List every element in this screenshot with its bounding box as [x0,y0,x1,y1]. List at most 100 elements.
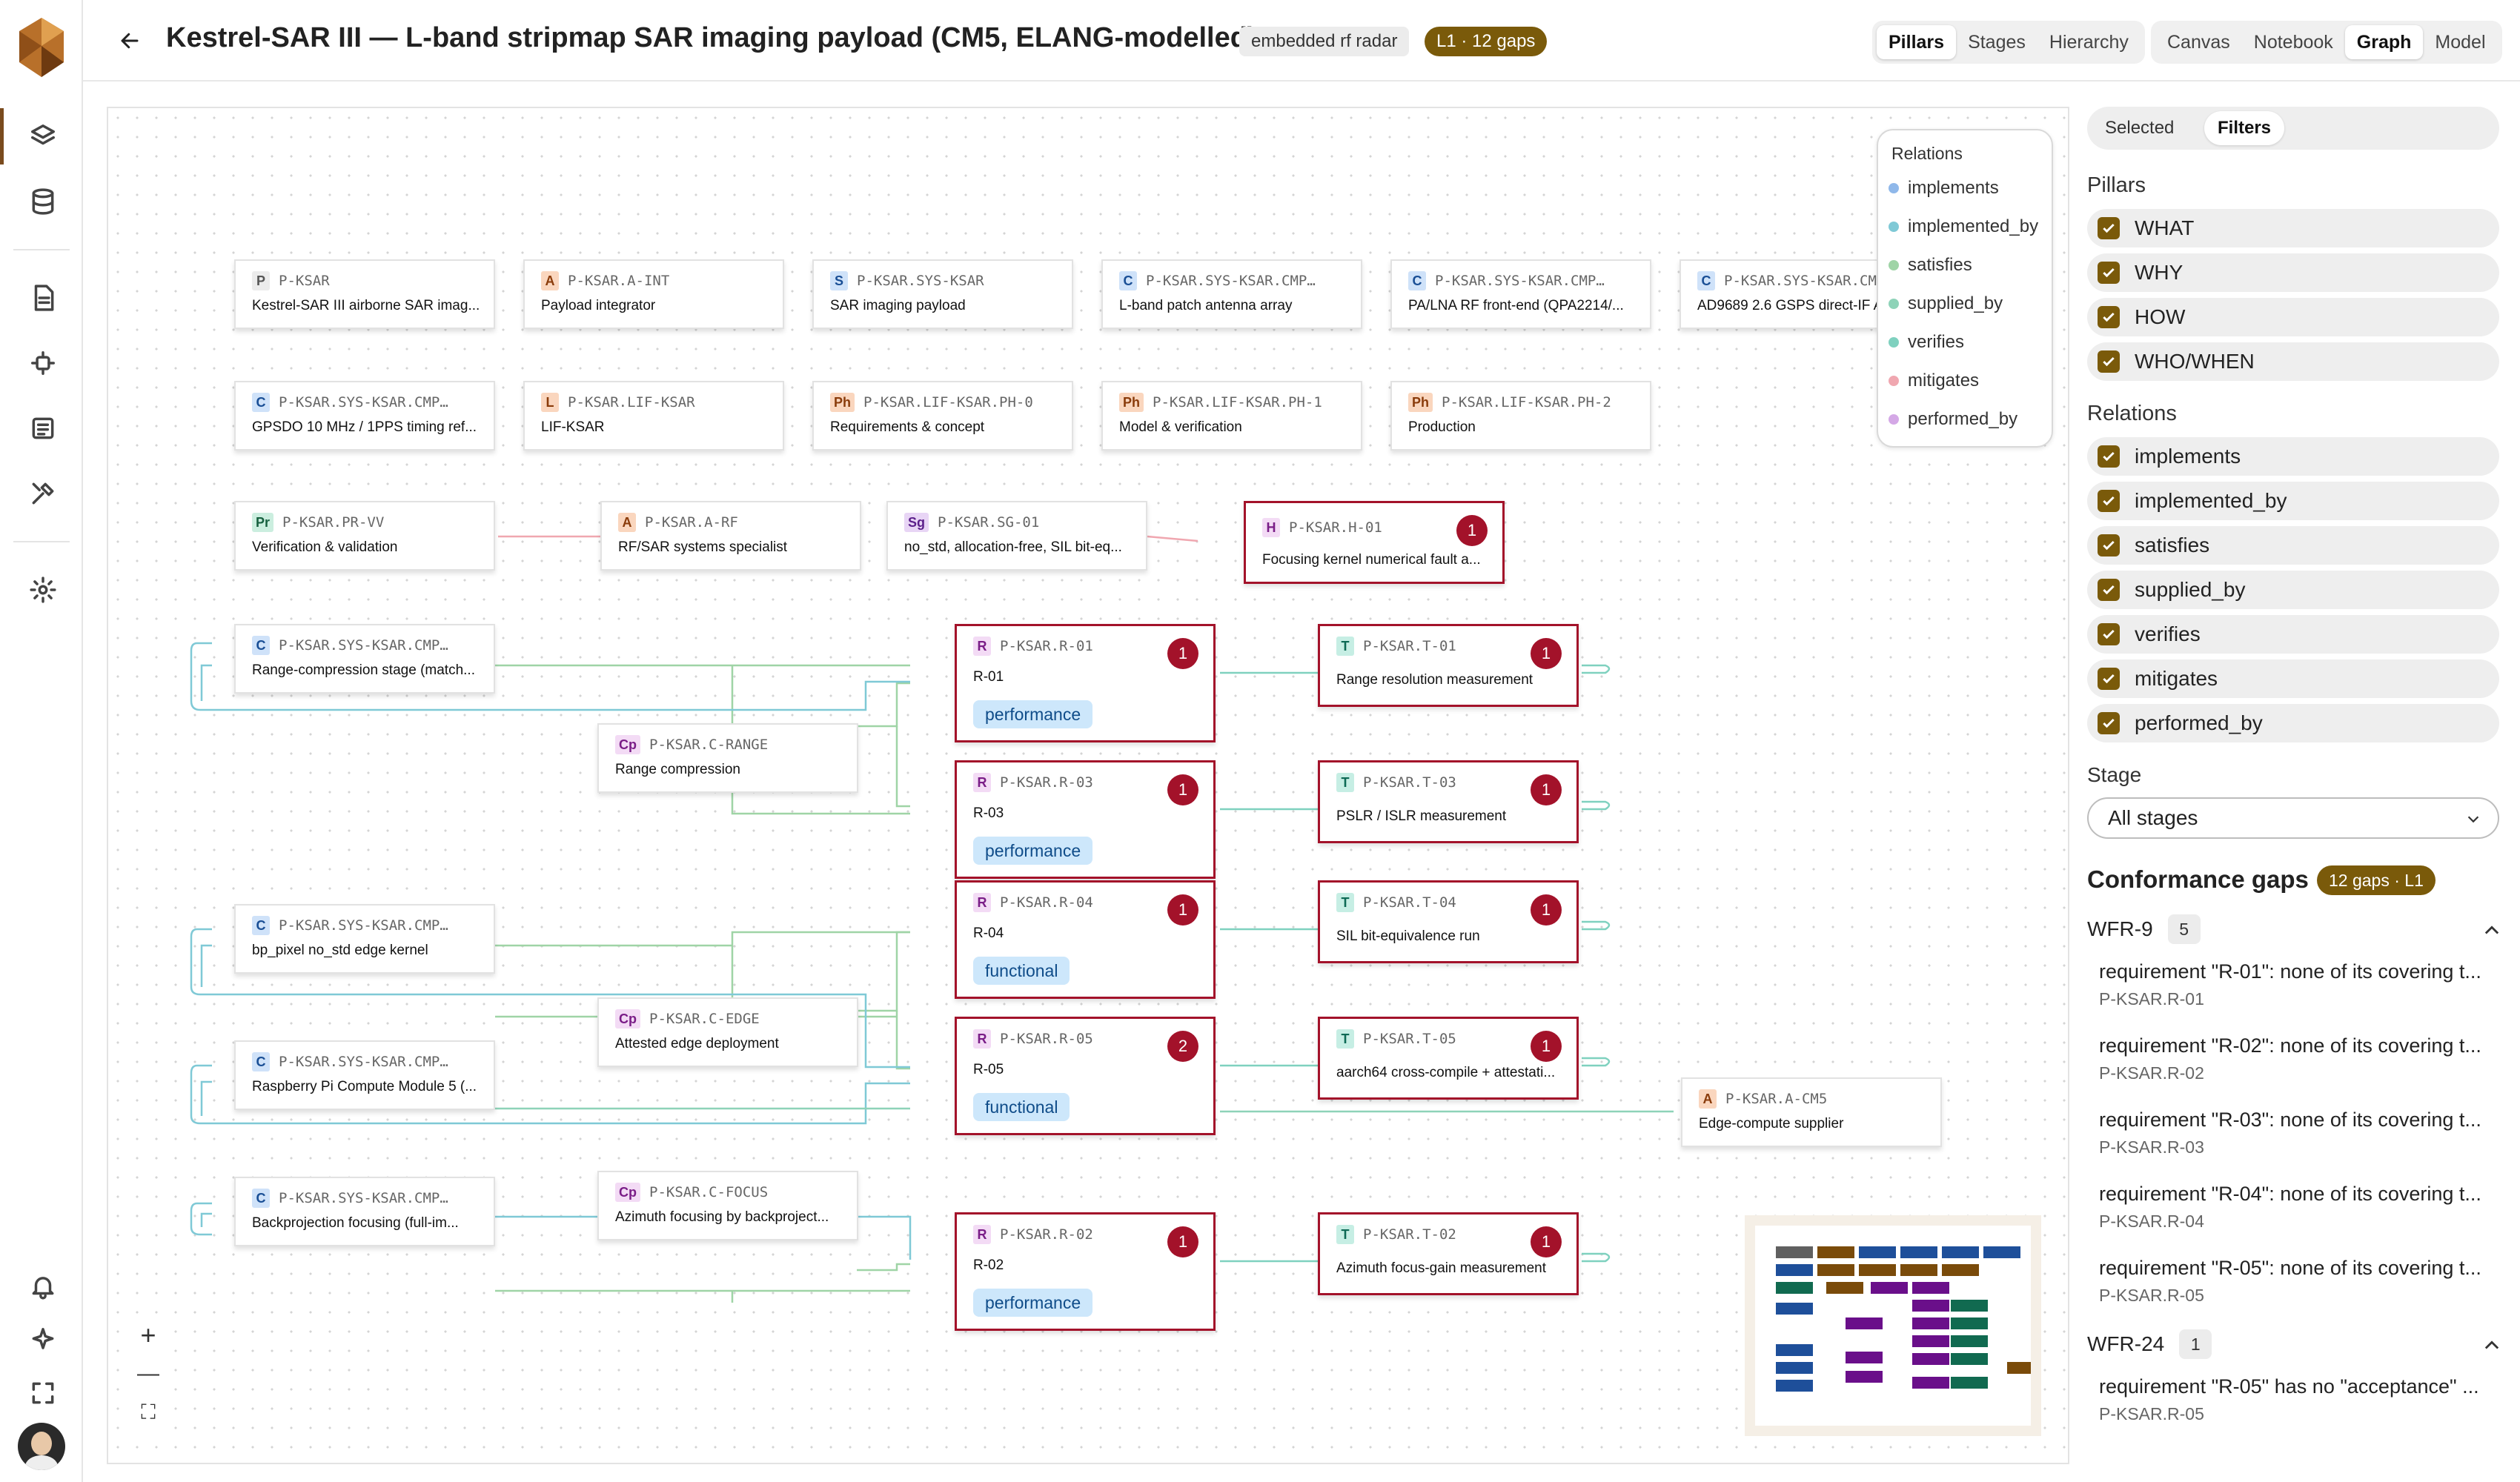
tab-filters[interactable]: Filters [2204,111,2285,145]
list-icon[interactable] [22,408,64,449]
relation-filter[interactable]: performed_by [2087,704,2499,742]
node-type-tag: R [973,1225,991,1244]
bell-icon[interactable] [22,1266,64,1307]
sparkle-icon[interactable] [22,1319,64,1360]
zoom-out-button[interactable]: — [129,1355,168,1393]
tab-model[interactable]: Model [2423,25,2497,59]
relation-filter[interactable]: supplied_by [2087,571,2499,609]
avatar[interactable] [18,1423,65,1470]
chip-icon[interactable] [22,342,64,384]
document-icon[interactable] [22,277,64,319]
layers-icon[interactable] [22,116,64,157]
relation-filter[interactable]: mitigates [2087,659,2499,698]
checkbox-checked[interactable] [2098,217,2120,239]
checkbox-checked[interactable] [2098,623,2120,645]
graph-node[interactable]: Cp P-KSAR.C-RANGE Range compression [597,723,858,793]
graph-node[interactable]: A P-KSAR.A-RF RF/SAR systems specialist [600,501,861,571]
test-node[interactable]: T P-KSAR.T-03 PSLR / ISLR measurement 1 [1318,760,1579,843]
gear-icon[interactable] [22,569,64,611]
test-node[interactable]: T P-KSAR.T-01 Range resolution measuremen… [1318,624,1579,707]
minimap[interactable] [1745,1215,2044,1436]
tab-notebook[interactable]: Notebook [2242,25,2345,59]
checkbox-checked[interactable] [2098,350,2120,373]
database-icon[interactable] [22,181,64,222]
relation-filter[interactable]: verifies [2087,615,2499,654]
gaps-chip[interactable]: L1 · 12 gaps [1425,27,1548,56]
graph-node[interactable]: C P-KSAR.SYS-KSAR.CMP… L-band patch anten… [1101,259,1362,329]
graph-node[interactable]: Pr P-KSAR.PR-VV Verification & validation [234,501,495,571]
checkbox-checked[interactable] [2098,490,2120,512]
gap-group-header[interactable]: WFR-9 5 [2087,914,2201,944]
graph-canvas[interactable]: P P-KSAR Kestrel-SAR III airborne SAR ima… [107,107,2069,1464]
pillar-filter-how[interactable]: HOW [2087,298,2499,336]
chevron-up-icon[interactable] [2481,1335,2502,1356]
graph-node[interactable]: C P-KSAR.SYS-KSAR.CMP… Range-compression … [234,624,495,694]
checkbox-checked[interactable] [2098,579,2120,601]
test-node[interactable]: T P-KSAR.T-05 aarch64 cross-compile + att… [1318,1017,1579,1100]
test-node[interactable]: T P-KSAR.T-02 Azimuth focus-gain measurem… [1318,1212,1579,1295]
gap-item[interactable]: requirement "R-05": none of its covering… [2099,1257,2499,1306]
tools-icon[interactable] [22,473,64,514]
graph-node[interactable]: C P-KSAR.SYS-KSAR.CMP… bp_pixel no_std ed… [234,904,495,974]
graph-node[interactable]: Ph P-KSAR.LIF-KSAR.PH-0 Requirements & co… [812,381,1073,451]
requirement-node[interactable]: R P-KSAR.R-01 R-01 1 performance [955,624,1216,742]
gap-item[interactable]: requirement "R-02": none of its covering… [2099,1034,2499,1083]
tab-hierarchy[interactable]: Hierarchy [2037,25,2141,59]
graph-node[interactable]: A P-KSAR.A-CM5 Edge-compute supplier [1681,1077,1942,1147]
back-button[interactable] [113,24,147,58]
gap-item[interactable]: requirement "R-01": none of its covering… [2099,960,2499,1009]
requirement-node[interactable]: R P-KSAR.R-05 R-05 2 functional [955,1017,1216,1135]
graph-node[interactable]: C P-KSAR.SYS-KSAR.CMP… GPSDO 10 MHz / 1PP… [234,381,495,451]
relation-filter[interactable]: implemented_by [2087,482,2499,520]
requirement-node[interactable]: R P-KSAR.R-04 R-04 1 functional [955,880,1216,999]
graph-node[interactable]: Cp P-KSAR.C-FOCUS Azimuth focusing by bac… [597,1171,858,1240]
checkbox-checked[interactable] [2098,306,2120,328]
checkbox-checked[interactable] [2098,262,2120,284]
graph-node[interactable]: A P-KSAR.A-INT Payload integrator [523,259,784,329]
tab-stages[interactable]: Stages [1956,25,2037,59]
zoom-in-button[interactable]: + [129,1316,168,1355]
graph-node[interactable]: L P-KSAR.LIF-KSAR LIF-KSAR [523,381,784,451]
checkbox-checked[interactable] [2098,445,2120,468]
app-logo[interactable] [15,16,68,79]
pillar-filter-what[interactable]: WHAT [2087,209,2499,247]
pillar-filter-who-when[interactable]: WHO/WHEN [2087,342,2499,381]
checkbox-checked[interactable] [2098,668,2120,690]
gap-item[interactable]: requirement "R-05" has no "acceptance" .… [2099,1375,2499,1424]
chevron-up-icon[interactable] [2481,920,2502,941]
check-icon [2103,451,2115,462]
tab-selected[interactable]: Selected [2092,111,2187,145]
graph-node[interactable]: C P-KSAR.SYS-KSAR.CMP… Backprojection foc… [234,1177,495,1246]
graph-node[interactable]: C P-KSAR.SYS-KSAR.CMP… Raspberry Pi Compu… [234,1040,495,1110]
graph-node[interactable]: P P-KSAR Kestrel-SAR III airborne SAR ima… [234,259,495,329]
gap-item[interactable]: requirement "R-04": none of its covering… [2099,1183,2499,1232]
gap-group-header[interactable]: WFR-24 1 [2087,1329,2212,1359]
fullscreen-icon[interactable] [22,1372,64,1414]
graph-node[interactable]: C P-KSAR.SYS-KSAR.CMP… PA/LNA RF front-en… [1390,259,1651,329]
requirement-node[interactable]: R P-KSAR.R-02 R-02 1 performance [955,1212,1216,1331]
stage-select[interactable]: All stages [2087,797,2499,839]
tab-canvas[interactable]: Canvas [2155,25,2242,59]
test-node[interactable]: T P-KSAR.T-04 SIL bit-equivalence run 1 [1318,880,1579,963]
relation-filter[interactable]: implements [2087,437,2499,476]
graph-node[interactable]: Ph P-KSAR.LIF-KSAR.PH-1 Model & verificat… [1101,381,1362,451]
graph-node[interactable]: Cp P-KSAR.C-EDGE Attested edge deployment [597,997,858,1067]
gap-item[interactable]: requirement "R-03": none of its covering… [2099,1109,2499,1157]
graph-node-hazard[interactable]: H P-KSAR.H-01 Focusing kernel numerical f… [1244,501,1505,584]
legend-label: implemented_by [1908,216,2039,236]
graph-node[interactable]: Ph P-KSAR.LIF-KSAR.PH-2 Production [1390,381,1651,451]
relation-filter[interactable]: satisfies [2087,526,2499,565]
tab-graph[interactable]: Graph [2344,25,2424,59]
requirement-node[interactable]: R P-KSAR.R-03 R-03 1 performance [955,760,1216,879]
node-id: P-KSAR.LIF-KSAR.PH-2 [1442,394,1611,411]
node-id: P-KSAR.C-RANGE [649,737,769,753]
graph-node[interactable]: S P-KSAR.SYS-KSAR SAR imaging payload [812,259,1073,329]
pillar-filter-why[interactable]: WHY [2087,253,2499,292]
checkbox-checked[interactable] [2098,534,2120,556]
checkbox-checked[interactable] [2098,712,2120,734]
fit-view-button[interactable]: ⛶ [129,1393,168,1432]
graph-node[interactable]: Sg P-KSAR.SG-01 no_std, allocation-free, … [886,501,1147,571]
tab-pillars[interactable]: Pillars [1877,25,1957,59]
gap-group-count: 1 [2179,1329,2212,1359]
edge-satisfies [495,931,910,947]
